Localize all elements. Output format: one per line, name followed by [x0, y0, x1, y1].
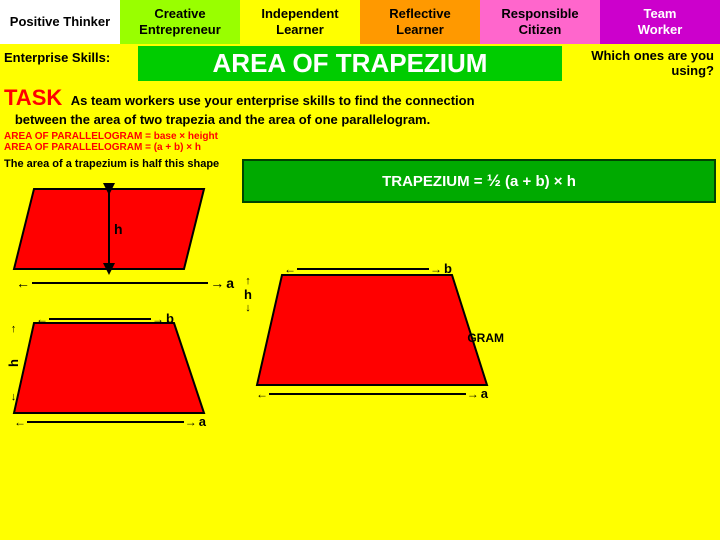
nav-reflective-learner[interactable]: ReflectiveLearner [360, 0, 480, 44]
parallelogram-svg: h [4, 179, 214, 279]
svg-text:h: h [114, 221, 123, 237]
gram-label: GRAM [467, 331, 504, 345]
a-label-bot: a [199, 414, 206, 429]
nav-responsible-citizen[interactable]: ResponsibleCitizen [480, 0, 600, 44]
formula-line2: AREA OF PARALLELOGRAM = (a + b) × h [4, 142, 716, 153]
a-label-bot2: a [481, 386, 488, 401]
trapezium2-svg [242, 255, 497, 405]
trapezium1-shape: ↑ h ↓ ← → b ← → a [4, 303, 214, 433]
left-panel: The area of a trapezium is half this sha… [4, 153, 234, 533]
nav-label: Positive Thinker [10, 14, 110, 30]
nav-creative-entrepreneur[interactable]: CreativeEntrepreneur [120, 0, 240, 44]
formula-display: TRAPEZIUM = ½ (a + b) × h [382, 171, 576, 191]
a-label: a [226, 275, 234, 291]
nav-label: ResponsibleCitizen [501, 6, 578, 37]
task-section: TASK As team workers use your enterprise… [0, 83, 720, 131]
page-title: AREA OF TRAPEZIUM [138, 46, 562, 81]
nav-label: ReflectiveLearner [389, 6, 450, 37]
b-label: b [166, 311, 174, 326]
nav-positive-thinker[interactable]: Positive Thinker [0, 0, 120, 44]
formula-box: TRAPEZIUM = ½ (a + b) × h [242, 159, 716, 203]
nav-bar: Positive Thinker CreativeEntrepreneur In… [0, 0, 720, 44]
b-label2: b [444, 261, 452, 276]
formula-section: AREA OF PARALLELOGRAM = base × height AR… [0, 131, 720, 153]
nav-independent-learner[interactable]: IndependentLearner [240, 0, 360, 44]
which-ones-label: Which ones are you using? [566, 46, 716, 81]
nav-team-worker[interactable]: TeamWorker [600, 0, 720, 44]
nav-label: CreativeEntrepreneur [139, 6, 221, 37]
right-panel: TRAPEZIUM = ½ (a + b) × h ↑ h ↓ ← → b [242, 153, 716, 533]
a-arrow-bottom2: ← → a [256, 386, 488, 401]
task-label: TASK [4, 85, 62, 110]
parallelogram-shape: h [4, 179, 214, 279]
b-arrow-top2: ← → b [284, 261, 452, 276]
trapezium-label: The area of a trapezium is half this sha… [4, 157, 234, 171]
nav-label: TeamWorker [638, 6, 683, 37]
formula-line1: AREA OF PARALLELOGRAM = base × height [4, 131, 716, 142]
enterprise-skills-label: Enterprise Skills: [4, 46, 134, 81]
a-arrow-bottom1: ← → a [14, 414, 206, 429]
nav-label: IndependentLearner [261, 6, 338, 37]
task-description: As team workers use your enterprise skil… [4, 93, 475, 127]
trapezium2-shape: ↑ h ↓ ← → b ← → a GRAM [242, 255, 502, 405]
b-arrow-top: ← → b [36, 311, 174, 326]
main-content: The area of a trapezium is half this sha… [0, 153, 720, 533]
